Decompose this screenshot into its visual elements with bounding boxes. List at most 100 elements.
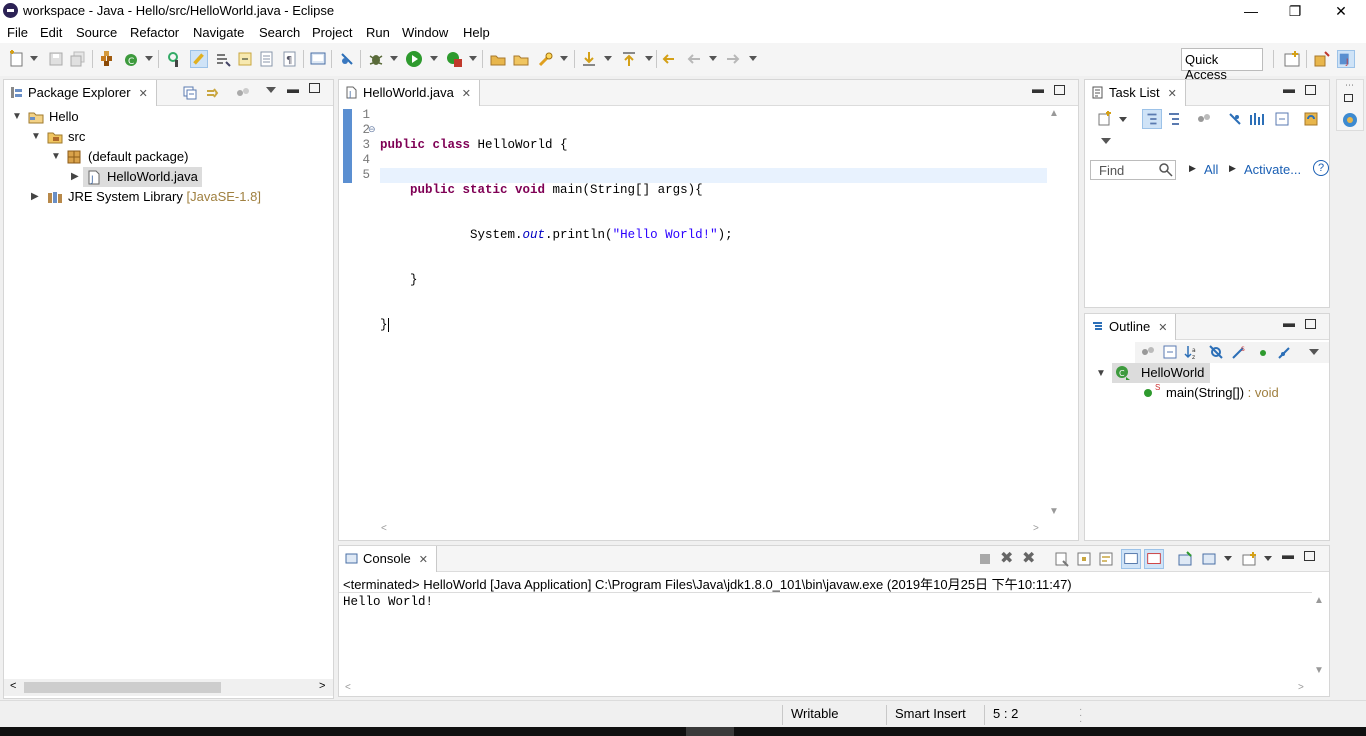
new-java-class-icon[interactable]: C bbox=[122, 50, 140, 68]
scrollbar-thumb[interactable] bbox=[24, 682, 221, 693]
view-menu-icon[interactable] bbox=[1101, 138, 1111, 144]
minimize-button[interactable]: — bbox=[1228, 0, 1274, 22]
close-tab-icon[interactable]: ✕ bbox=[419, 554, 428, 566]
scroll-right-icon[interactable]: > bbox=[319, 680, 325, 692]
tree-item-project[interactable]: Hello bbox=[49, 109, 79, 124]
focus-workweek-icon[interactable] bbox=[1196, 111, 1212, 127]
menu-refactor[interactable]: Refactor bbox=[130, 25, 179, 40]
fold-toggle-icon[interactable]: ⊖ bbox=[368, 124, 376, 135]
synchronize-icon[interactable] bbox=[1303, 111, 1319, 127]
show-console-on-stdout-icon[interactable] bbox=[1121, 549, 1141, 569]
scroll-up-icon[interactable]: ▲ bbox=[1314, 595, 1324, 606]
quick-access-field[interactable]: Quick Access bbox=[1181, 48, 1263, 82]
menu-help[interactable]: Help bbox=[463, 25, 490, 40]
search-flashlight-icon[interactable] bbox=[537, 50, 555, 68]
show-console-on-stderr-icon[interactable] bbox=[1144, 549, 1164, 569]
code-editor[interactable]: public class HelloWorld { public static … bbox=[380, 108, 1047, 363]
close-tab-icon[interactable]: ✕ bbox=[139, 88, 148, 100]
open-console-icon[interactable] bbox=[309, 50, 327, 68]
menu-navigate[interactable]: Navigate bbox=[193, 25, 244, 40]
status-drag-handle-icon[interactable]: · · · bbox=[1079, 705, 1082, 727]
scroll-left-icon[interactable]: < bbox=[10, 680, 16, 692]
word-wrap-icon[interactable] bbox=[1098, 551, 1114, 567]
previous-annotation-up-icon[interactable] bbox=[620, 50, 638, 68]
collapse-all-icon[interactable] bbox=[183, 86, 197, 100]
collapse-chevron-icon[interactable]: ▶ bbox=[71, 171, 79, 182]
other-view-icon[interactable] bbox=[1341, 111, 1359, 129]
activate-link[interactable]: Activate... bbox=[1244, 162, 1301, 177]
menu-run[interactable]: Run bbox=[366, 25, 390, 40]
horizontal-scrollbar[interactable]: < > bbox=[4, 679, 333, 696]
pin-console-icon[interactable] bbox=[1177, 551, 1193, 567]
tab-helloworld-java[interactable]: J HelloWorld.java ✕ bbox=[339, 80, 481, 106]
next-annotation-dropdown-icon[interactable] bbox=[604, 56, 612, 61]
scheduled-icon[interactable] bbox=[1166, 111, 1182, 127]
show-pilcrow-icon[interactable]: ¶ bbox=[281, 50, 299, 68]
forward-dropdown-icon[interactable] bbox=[749, 56, 757, 61]
open-console-dropdown-icon[interactable] bbox=[1264, 556, 1272, 561]
menu-project[interactable]: Project bbox=[312, 25, 352, 40]
display-selected-console-icon[interactable] bbox=[1201, 551, 1217, 567]
minimize-view-icon[interactable]: ▬ bbox=[1032, 82, 1044, 96]
hide-non-matching-icon[interactable] bbox=[1249, 111, 1265, 127]
scroll-down-icon[interactable]: ▼ bbox=[1049, 506, 1059, 517]
scroll-up-icon[interactable]: ▲ bbox=[1049, 108, 1059, 119]
hide-completed-icon[interactable] bbox=[1227, 111, 1243, 127]
view-menu-icon[interactable] bbox=[1309, 349, 1319, 355]
sort-icon[interactable]: az bbox=[1184, 344, 1200, 360]
scroll-lock-icon[interactable] bbox=[1076, 551, 1092, 567]
close-tab-icon[interactable]: ✕ bbox=[462, 88, 471, 100]
display-console-dropdown-icon[interactable] bbox=[1224, 556, 1232, 561]
all-link[interactable]: All bbox=[1204, 162, 1218, 177]
skip-breakpoints-icon[interactable] bbox=[338, 50, 356, 68]
tree-item-java-file[interactable]: HelloWorld.java bbox=[107, 169, 198, 184]
trim-handle-icon[interactable]: ⋯ bbox=[1345, 80, 1354, 91]
close-tab-icon[interactable]: ✕ bbox=[1168, 88, 1177, 100]
expand-chevron-icon[interactable]: ▼ bbox=[51, 151, 61, 162]
search-icon[interactable] bbox=[1159, 163, 1173, 177]
terminate-icon[interactable] bbox=[980, 554, 990, 564]
new-task-icon[interactable] bbox=[1097, 111, 1113, 127]
hide-non-public-icon[interactable] bbox=[1255, 344, 1271, 360]
save-all-icon[interactable] bbox=[69, 50, 87, 68]
java-ee-perspective-icon[interactable] bbox=[1313, 50, 1331, 68]
new-icon[interactable] bbox=[8, 50, 26, 68]
maximize-view-icon[interactable] bbox=[1304, 551, 1315, 561]
hide-fields-icon[interactable] bbox=[1208, 344, 1224, 360]
outline-class[interactable]: HelloWorld bbox=[1141, 365, 1204, 380]
maximize-view-icon[interactable] bbox=[309, 83, 320, 93]
external-tools-icon[interactable] bbox=[445, 50, 463, 68]
outline-method[interactable]: main(String[]) : void bbox=[1166, 385, 1279, 400]
tab-package-explorer[interactable]: Package Explorer ✕ bbox=[4, 80, 157, 106]
restore-view-icon[interactable] bbox=[1344, 94, 1353, 102]
minimize-view-icon[interactable]: ▬ bbox=[287, 82, 299, 96]
remove-all-launches-icon[interactable]: ✖ bbox=[1022, 548, 1035, 568]
new-class-dropdown-icon[interactable] bbox=[145, 56, 153, 61]
menu-search[interactable]: Search bbox=[259, 25, 300, 40]
tab-task-list[interactable]: Task List ✕ bbox=[1085, 80, 1186, 106]
open-perspective-icon[interactable] bbox=[1283, 50, 1301, 68]
focus-active-task-icon[interactable] bbox=[236, 86, 250, 100]
scroll-down-icon[interactable]: ▼ bbox=[1314, 665, 1324, 676]
tree-item-src[interactable]: src bbox=[68, 129, 85, 144]
collapse-all-icon[interactable] bbox=[1274, 111, 1290, 127]
focus-task-icon[interactable] bbox=[1140, 344, 1156, 360]
menu-edit[interactable]: Edit bbox=[40, 25, 62, 40]
new-dropdown-icon[interactable] bbox=[30, 56, 38, 61]
debug-icon[interactable] bbox=[367, 50, 385, 68]
hide-local-types-icon[interactable] bbox=[1277, 344, 1293, 360]
last-edit-location-icon[interactable] bbox=[661, 50, 679, 68]
save-icon[interactable] bbox=[47, 50, 65, 68]
open-type-icon[interactable] bbox=[166, 50, 184, 68]
debug-dropdown-icon[interactable] bbox=[390, 56, 398, 61]
run-dropdown-icon[interactable] bbox=[430, 56, 438, 61]
forward-icon[interactable] bbox=[724, 50, 742, 68]
close-tab-icon[interactable]: ✕ bbox=[1158, 322, 1167, 334]
scroll-left-icon[interactable]: < bbox=[345, 682, 351, 693]
hide-static-icon[interactable]: S bbox=[1231, 344, 1247, 360]
search-dropdown-icon[interactable] bbox=[560, 56, 568, 61]
console-output-area[interactable]: Hello World! bbox=[339, 592, 1312, 680]
open-console-icon[interactable] bbox=[1241, 551, 1257, 567]
maximize-view-icon[interactable] bbox=[1305, 85, 1316, 95]
expand-chevron-icon[interactable]: ▼ bbox=[12, 111, 22, 122]
